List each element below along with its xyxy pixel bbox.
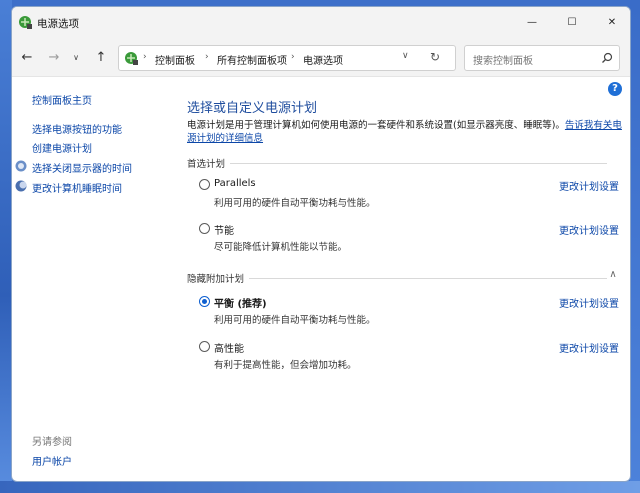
plan-name[interactable]: 节能 (214, 222, 234, 237)
display-off-icon (15, 160, 27, 172)
sidebar-item-power-button[interactable]: 选择电源按钮的功能 (32, 121, 122, 136)
power-options-window: 电源选项 — ☐ ✕ ← → ∨ ↑ › 控制面板 › 所有控制面板项 › 电源… (11, 6, 631, 482)
desktop-background-right (630, 0, 640, 493)
close-button[interactable]: ✕ (592, 7, 630, 37)
search-placeholder: 搜索控制面板 (473, 56, 533, 67)
plan-name[interactable]: 平衡 (推荐) (214, 295, 267, 310)
see-also-label: 另请参阅 (32, 437, 72, 448)
up-button[interactable]: ↑ (92, 48, 110, 66)
change-plan-settings-link[interactable]: 更改计划设置 (559, 178, 619, 193)
control-panel-icon (125, 52, 138, 65)
breadcrumb-all-items[interactable]: 所有控制面板项 (217, 52, 287, 67)
title-bar[interactable]: 电源选项 — ☐ ✕ (12, 7, 630, 37)
forward-arrow-icon: → (48, 49, 60, 65)
sidebar-item-create-plan[interactable]: 创建电源计划 (32, 140, 92, 155)
plan-high-performance-radio[interactable] (199, 341, 210, 352)
plan-balanced-radio[interactable] (199, 296, 210, 307)
search-input[interactable]: 搜索控制面板 (464, 45, 620, 71)
plan-description: 利用可用的硬件自动平衡功耗与性能。 (214, 198, 376, 209)
preferred-plans-section: 首选计划 (187, 156, 607, 170)
minimize-button[interactable]: — (512, 7, 552, 37)
back-button[interactable]: ← (18, 48, 36, 66)
section-divider (187, 278, 607, 279)
sleep-icon (15, 180, 27, 192)
sidebar-item-sleep-time[interactable]: 更改计算机睡眠时间 (32, 180, 122, 195)
recent-locations-button[interactable]: ∨ (67, 48, 85, 66)
breadcrumb-separator: › (205, 52, 209, 62)
hidden-plans-section: 隐藏附加计划 ∧ (187, 269, 617, 285)
desktop-background-bottom (0, 481, 640, 493)
sidebar-item-user-accounts[interactable]: 用户帐户 (32, 453, 72, 468)
plan-name[interactable]: 高性能 (214, 340, 244, 355)
chevron-up-icon[interactable]: ∧ (607, 269, 619, 281)
search-icon[interactable] (600, 51, 614, 65)
plan-name[interactable]: Parallels (214, 178, 256, 189)
close-icon: ✕ (607, 16, 617, 28)
forward-button[interactable]: → (45, 48, 63, 66)
change-plan-settings-link[interactable]: 更改计划设置 (559, 295, 619, 310)
sidebar-control-panel-home[interactable]: 控制面板主页 (32, 92, 92, 107)
up-arrow-icon: ↑ (95, 49, 107, 65)
back-arrow-icon: ← (21, 49, 33, 65)
address-bar[interactable]: › 控制面板 › 所有控制面板项 › 电源选项 ∨ ↻ (118, 45, 456, 71)
chevron-down-icon: ∨ (73, 52, 79, 62)
power-options-app-icon (19, 16, 32, 29)
change-plan-settings-link[interactable]: 更改计划设置 (559, 340, 619, 355)
help-icon[interactable]: ? (608, 82, 622, 96)
plan-description: 利用可用的硬件自动平衡功耗与性能。 (214, 315, 376, 326)
page-title: 选择或自定义电源计划 (187, 101, 318, 116)
breadcrumb-control-panel[interactable]: 控制面板 (155, 52, 195, 67)
minimize-icon: — (527, 16, 537, 28)
hidden-plans-heading: 隐藏附加计划 (187, 271, 250, 285)
description-text: 电源计划是用于管理计算机如何使用电源的一套硬件和系统设置(如显示器亮度、睡眠等)… (187, 120, 565, 131)
plan-description: 尽可能降低计算机性能以节能。 (214, 242, 348, 253)
preferred-plans-heading: 首选计划 (187, 156, 231, 170)
navigation-bar: ← → ∨ ↑ › 控制面板 › 所有控制面板项 › 电源选项 ∨ ↻ 搜索控制… (12, 37, 630, 77)
plan-description: 有利于提高性能，但会增加功耗。 (214, 360, 357, 371)
window-title: 电源选项 (37, 18, 79, 30)
plan-power-saver-radio[interactable] (199, 223, 210, 234)
breadcrumb-power-options[interactable]: 电源选项 (303, 52, 343, 67)
breadcrumb-separator: › (143, 52, 147, 62)
section-divider (187, 163, 607, 164)
maximize-button[interactable]: ☐ (552, 7, 592, 37)
change-plan-settings-link[interactable]: 更改计划设置 (559, 222, 619, 237)
plan-parallels-radio[interactable] (199, 179, 210, 190)
sidebar-item-display-off-time[interactable]: 选择关闭显示器的时间 (32, 160, 132, 175)
maximize-icon: ☐ (567, 16, 577, 28)
address-dropdown-icon[interactable]: ∨ (402, 51, 409, 61)
page-description: 电源计划是用于管理计算机如何使用电源的一套硬件和系统设置(如显示器亮度、睡眠等)… (187, 119, 624, 145)
refresh-icon[interactable]: ↻ (430, 50, 440, 64)
breadcrumb-separator: › (291, 52, 295, 62)
